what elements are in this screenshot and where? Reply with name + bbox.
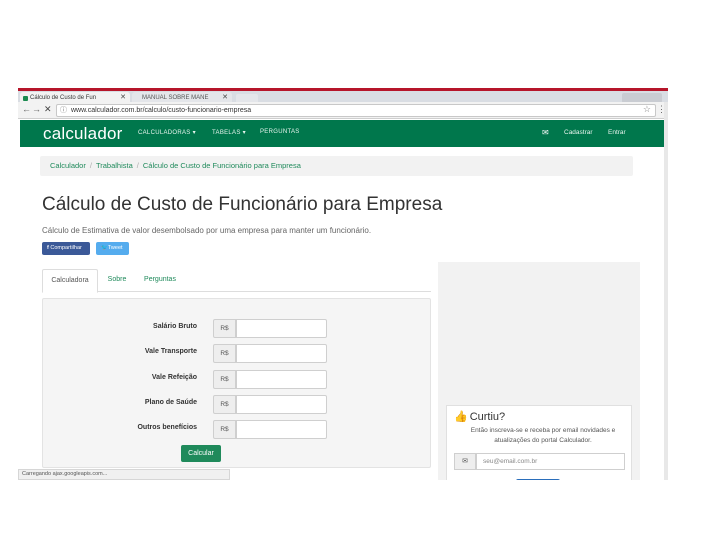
breadcrumb: Calculador / Trabalhista / Cálculo de Custo … xyxy=(40,156,633,176)
thumbs-up-icon: 👍 xyxy=(454,411,468,423)
browser-toolbar: ← → ✕ ⓘ www.calculador.com.br/calculo/cu… xyxy=(18,102,668,119)
login-link[interactable]: Entrar xyxy=(608,129,626,136)
currency-addon: R$ xyxy=(213,319,236,338)
subscribe-button[interactable] xyxy=(516,479,560,480)
page-title: Cálculo de Custo de Funcionário para Emp… xyxy=(42,194,443,215)
nav-tabelas[interactable]: TABELAS ▾ xyxy=(212,129,246,136)
plano-saude-input[interactable] xyxy=(236,395,327,414)
nav-perguntas[interactable]: PERGUNTAS xyxy=(260,129,300,135)
calculate-button[interactable]: Calcular xyxy=(181,445,221,462)
calculator-form: Salário Bruto R$ Vale Transporte R$ Vale… xyxy=(42,298,431,468)
page-subtitle: Cálculo de Estimativa de valor desembols… xyxy=(42,226,372,235)
envelope-icon: ✉ xyxy=(454,453,476,470)
newsletter-text: Então inscreva-se e receba por email nov… xyxy=(470,427,616,444)
favicon-icon xyxy=(23,96,28,101)
mail-icon[interactable]: ✉ xyxy=(542,128,549,137)
url-text: www.calculador.com.br/calculo/custo-func… xyxy=(71,107,252,114)
browser-tab-label: MANUAL SOBRE MANE xyxy=(142,95,209,101)
content-tabs: Calculadora Sobre Perguntas xyxy=(42,269,431,293)
page-scrollbar[interactable] xyxy=(664,102,668,480)
breadcrumb-current[interactable]: Cálculo de Custo de Funcionário para Emp… xyxy=(143,161,301,170)
field-label-salario: Salário Bruto xyxy=(153,323,197,330)
site-header: calculador CALCULADORAS ▾ TABELAS ▾ PERG… xyxy=(20,120,664,147)
currency-addon: R$ xyxy=(213,370,236,389)
email-input[interactable]: seu@email.com.br xyxy=(476,453,625,470)
currency-addon: R$ xyxy=(213,420,236,439)
currency-addon: R$ xyxy=(213,344,236,363)
newsletter-title: 👍 Curtiu? xyxy=(454,411,506,423)
tab-sobre[interactable]: Sobre xyxy=(102,269,132,292)
field-label-outros-beneficios: Outros benefícios xyxy=(137,424,197,431)
breadcrumb-calculador[interactable]: Calculador xyxy=(50,161,86,170)
forward-arrow-icon[interactable]: → xyxy=(32,104,41,114)
tweet-button[interactable]: 🐦Tweet xyxy=(96,242,129,255)
breadcrumb-trabalhista[interactable]: Trabalhista xyxy=(96,161,133,170)
currency-addon: R$ xyxy=(213,395,236,414)
browser-tab-strip: Cálculo de Custo de Fun ✕ MANUAL SOBRE M… xyxy=(18,88,668,105)
field-label-vale-transporte: Vale Transporte xyxy=(144,348,197,355)
email-group: ✉ seu@email.com.br xyxy=(454,453,625,470)
facebook-icon: f xyxy=(47,245,49,251)
nav-calculadoras[interactable]: CALCULADORAS ▾ xyxy=(138,129,196,136)
salario-bruto-input[interactable] xyxy=(236,319,327,338)
field-label-plano-saude: Plano de Saúde xyxy=(144,399,197,406)
browser-window: Cálculo de Custo de Fun ✕ MANUAL SOBRE M… xyxy=(18,88,668,480)
page-info-icon[interactable]: ⓘ xyxy=(60,105,67,116)
outros-beneficios-input[interactable] xyxy=(236,420,327,439)
vale-refeicao-input[interactable] xyxy=(236,370,327,389)
twitter-icon: 🐦 xyxy=(101,245,108,251)
vale-transporte-input[interactable] xyxy=(236,344,327,363)
address-bar[interactable]: ⓘ www.calculador.com.br/calculo/custo-fu… xyxy=(56,104,656,117)
facebook-share-button[interactable]: f Compartilhar xyxy=(42,242,90,255)
bookmark-star-icon[interactable]: ☆ xyxy=(643,104,651,115)
signup-link[interactable]: Cadastrar xyxy=(564,129,593,136)
browser-status-bar: Carregando ajax.googleapis.com... xyxy=(18,469,230,480)
field-label-vale-refeicao: Vale Refeição xyxy=(151,374,197,381)
site-logo[interactable]: calculador xyxy=(43,124,123,144)
back-arrow-icon[interactable]: ← xyxy=(22,104,31,114)
browser-tab-label: Cálculo de Custo de Fun xyxy=(30,95,97,101)
tab-perguntas[interactable]: Perguntas xyxy=(138,269,182,292)
tab-calculadora[interactable]: Calculadora xyxy=(42,269,98,293)
stop-loading-icon[interactable]: ✕ xyxy=(44,104,52,115)
newsletter-box: 👍 Curtiu? Então inscreva-se e receba por … xyxy=(446,405,632,480)
